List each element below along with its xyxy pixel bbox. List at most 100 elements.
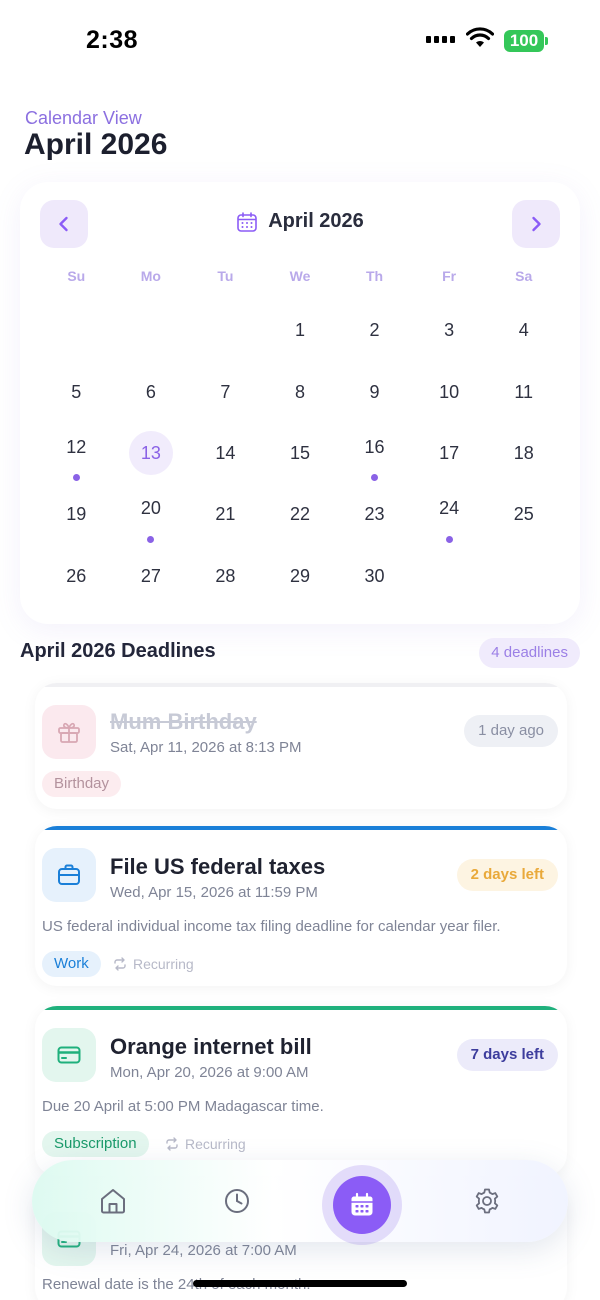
calendar-day-number: 5 [71, 381, 82, 402]
calendar-day-number: 22 [289, 504, 310, 525]
calendar-day-cell: 2 [353, 309, 397, 353]
category-tag: Birthday [42, 771, 122, 797]
calendar-day-cell: 6 [129, 370, 173, 414]
calendar-day[interactable]: 1 [263, 300, 338, 361]
calendar-day[interactable]: 21 [188, 484, 263, 545]
calendar-day[interactable]: 12 [39, 423, 114, 484]
calendar-day[interactable]: 27 [114, 546, 189, 607]
calendar-day-cell: 25 [502, 493, 546, 537]
calendar-day[interactable]: 22 [263, 484, 338, 545]
tab-calendar[interactable] [322, 1165, 402, 1245]
calendar-empty-cell [114, 300, 189, 361]
calendar-day[interactable]: 29 [263, 546, 338, 607]
home-icon [101, 1189, 125, 1214]
calendar-day[interactable]: 15 [263, 423, 338, 484]
calendar-day-cell: 22 [278, 493, 322, 537]
calendar-day[interactable]: 17 [412, 423, 487, 484]
calendar-day-cell: 30 [353, 554, 397, 598]
deadline-card[interactable]: Orange internet bill Mon, Apr 20, 2026 a… [35, 1006, 567, 1176]
calendar-day-cell: 18 [502, 431, 546, 475]
gift-icon [42, 705, 96, 759]
calendar-day[interactable]: 28 [188, 546, 263, 607]
calendar-day-number: 8 [294, 381, 305, 402]
page-subtitle: Calendar View [25, 108, 142, 128]
calendar-day-cell: 8 [278, 370, 322, 414]
battery-cap [545, 37, 548, 45]
status-time: 2:38 [86, 26, 139, 54]
calendar-day[interactable]: 10 [412, 361, 487, 422]
calendar-day-cell: 19 [54, 493, 98, 537]
calendar-day[interactable]: 6 [114, 361, 189, 422]
tab-history[interactable] [214, 1178, 260, 1224]
calendar-day[interactable]: 2 [337, 300, 412, 361]
wifi-icon [466, 27, 494, 47]
signal-icon [426, 36, 455, 43]
weekday-label: Fr [442, 268, 457, 284]
calendar-day-number: 30 [364, 565, 385, 586]
calendar-day[interactable]: 4 [486, 300, 561, 361]
calendar-day-number: 9 [369, 381, 380, 402]
calendar-day-cell: 28 [203, 554, 247, 598]
home-indicator [193, 1280, 407, 1287]
deadlines-count-badge: 4 deadlines [479, 638, 580, 668]
calendar-day[interactable]: 7 [188, 361, 263, 422]
calendar-day-number: 13 [140, 442, 161, 463]
calendar-day-number: 24 [439, 498, 460, 519]
calendar-day-cell: 1 [278, 309, 322, 353]
calendar-day-cell: 7 [203, 370, 247, 414]
calendar-day-number: 25 [513, 504, 534, 525]
calendar-day-cell: 15 [278, 431, 322, 475]
calendar-icon [237, 211, 257, 232]
weekday-label: We [289, 268, 311, 284]
calendar-icon [351, 1192, 373, 1216]
calendar-day-cell: 13 [128, 431, 173, 476]
weekday-label: Su [67, 268, 86, 284]
calendar-day[interactable]: 23 [337, 484, 412, 545]
calendar-day[interactable]: 25 [486, 484, 561, 545]
calendar-month-header: April 2026 [20, 210, 580, 233]
deadline-title: Mum Birthday [110, 709, 257, 734]
calendar-day-cell: 24 [427, 493, 471, 543]
calendar-day-number: 1 [294, 320, 305, 341]
tab-home[interactable] [90, 1178, 136, 1224]
calendar-day-cell: 26 [54, 554, 98, 598]
deadline-date: Fri, Apr 24, 2026 at 7:00 AM [110, 1242, 297, 1259]
calendar-day[interactable]: 18 [486, 423, 561, 484]
calendar-day-number: 16 [364, 436, 385, 457]
calendar-day[interactable]: 8 [263, 361, 338, 422]
calendar-day-number: 18 [513, 442, 534, 463]
calendar-day[interactable]: 16 [337, 423, 412, 484]
calendar-day[interactable]: 30 [337, 546, 412, 607]
tab-settings[interactable] [464, 1178, 510, 1224]
deadline-card[interactable]: Mum Birthday Sat, Apr 11, 2026 at 8:13 P… [35, 683, 567, 809]
deadline-dot [147, 535, 155, 543]
calendar-day[interactable]: 13 [114, 423, 189, 484]
calendar-day-cell: 11 [502, 370, 546, 414]
calendar-day[interactable]: 14 [188, 423, 263, 484]
calendar-day-number: 7 [220, 381, 231, 402]
deadline-card[interactable]: File US federal taxes Wed, Apr 15, 2026 … [35, 826, 567, 986]
calendar-day[interactable]: 9 [337, 361, 412, 422]
calendar-empty-cell [39, 300, 114, 361]
deadlines-section-title: April 2026 Deadlines [20, 640, 216, 662]
calendar-day-cell: 3 [427, 309, 471, 353]
calendar-day[interactable]: 26 [39, 546, 114, 607]
calendar-day[interactable]: 24 [412, 484, 487, 545]
deadline-title: File US federal taxes [110, 854, 326, 879]
tab-calendar-button[interactable] [333, 1176, 391, 1234]
deadline-date: Wed, Apr 15, 2026 at 11:59 PM [110, 884, 318, 901]
calendar-day-number: 26 [66, 565, 87, 586]
deadline-description: US federal individual income tax filing … [42, 918, 501, 935]
next-month-button[interactable] [512, 200, 560, 248]
calendar-day-cell: 9 [353, 370, 397, 414]
calendar-day[interactable]: 5 [39, 361, 114, 422]
calendar-day-cell: 16 [353, 431, 397, 482]
calendar-day-cell: 10 [427, 370, 471, 414]
deadline-dot [445, 535, 453, 543]
calendar-day[interactable]: 20 [114, 484, 189, 545]
calendar-day[interactable]: 19 [39, 484, 114, 545]
category-tag: Work [42, 951, 101, 977]
deadline-description: Due 20 April at 5:00 PM Madagascar time. [42, 1098, 324, 1115]
calendar-day[interactable]: 11 [486, 361, 561, 422]
calendar-day[interactable]: 3 [412, 300, 487, 361]
